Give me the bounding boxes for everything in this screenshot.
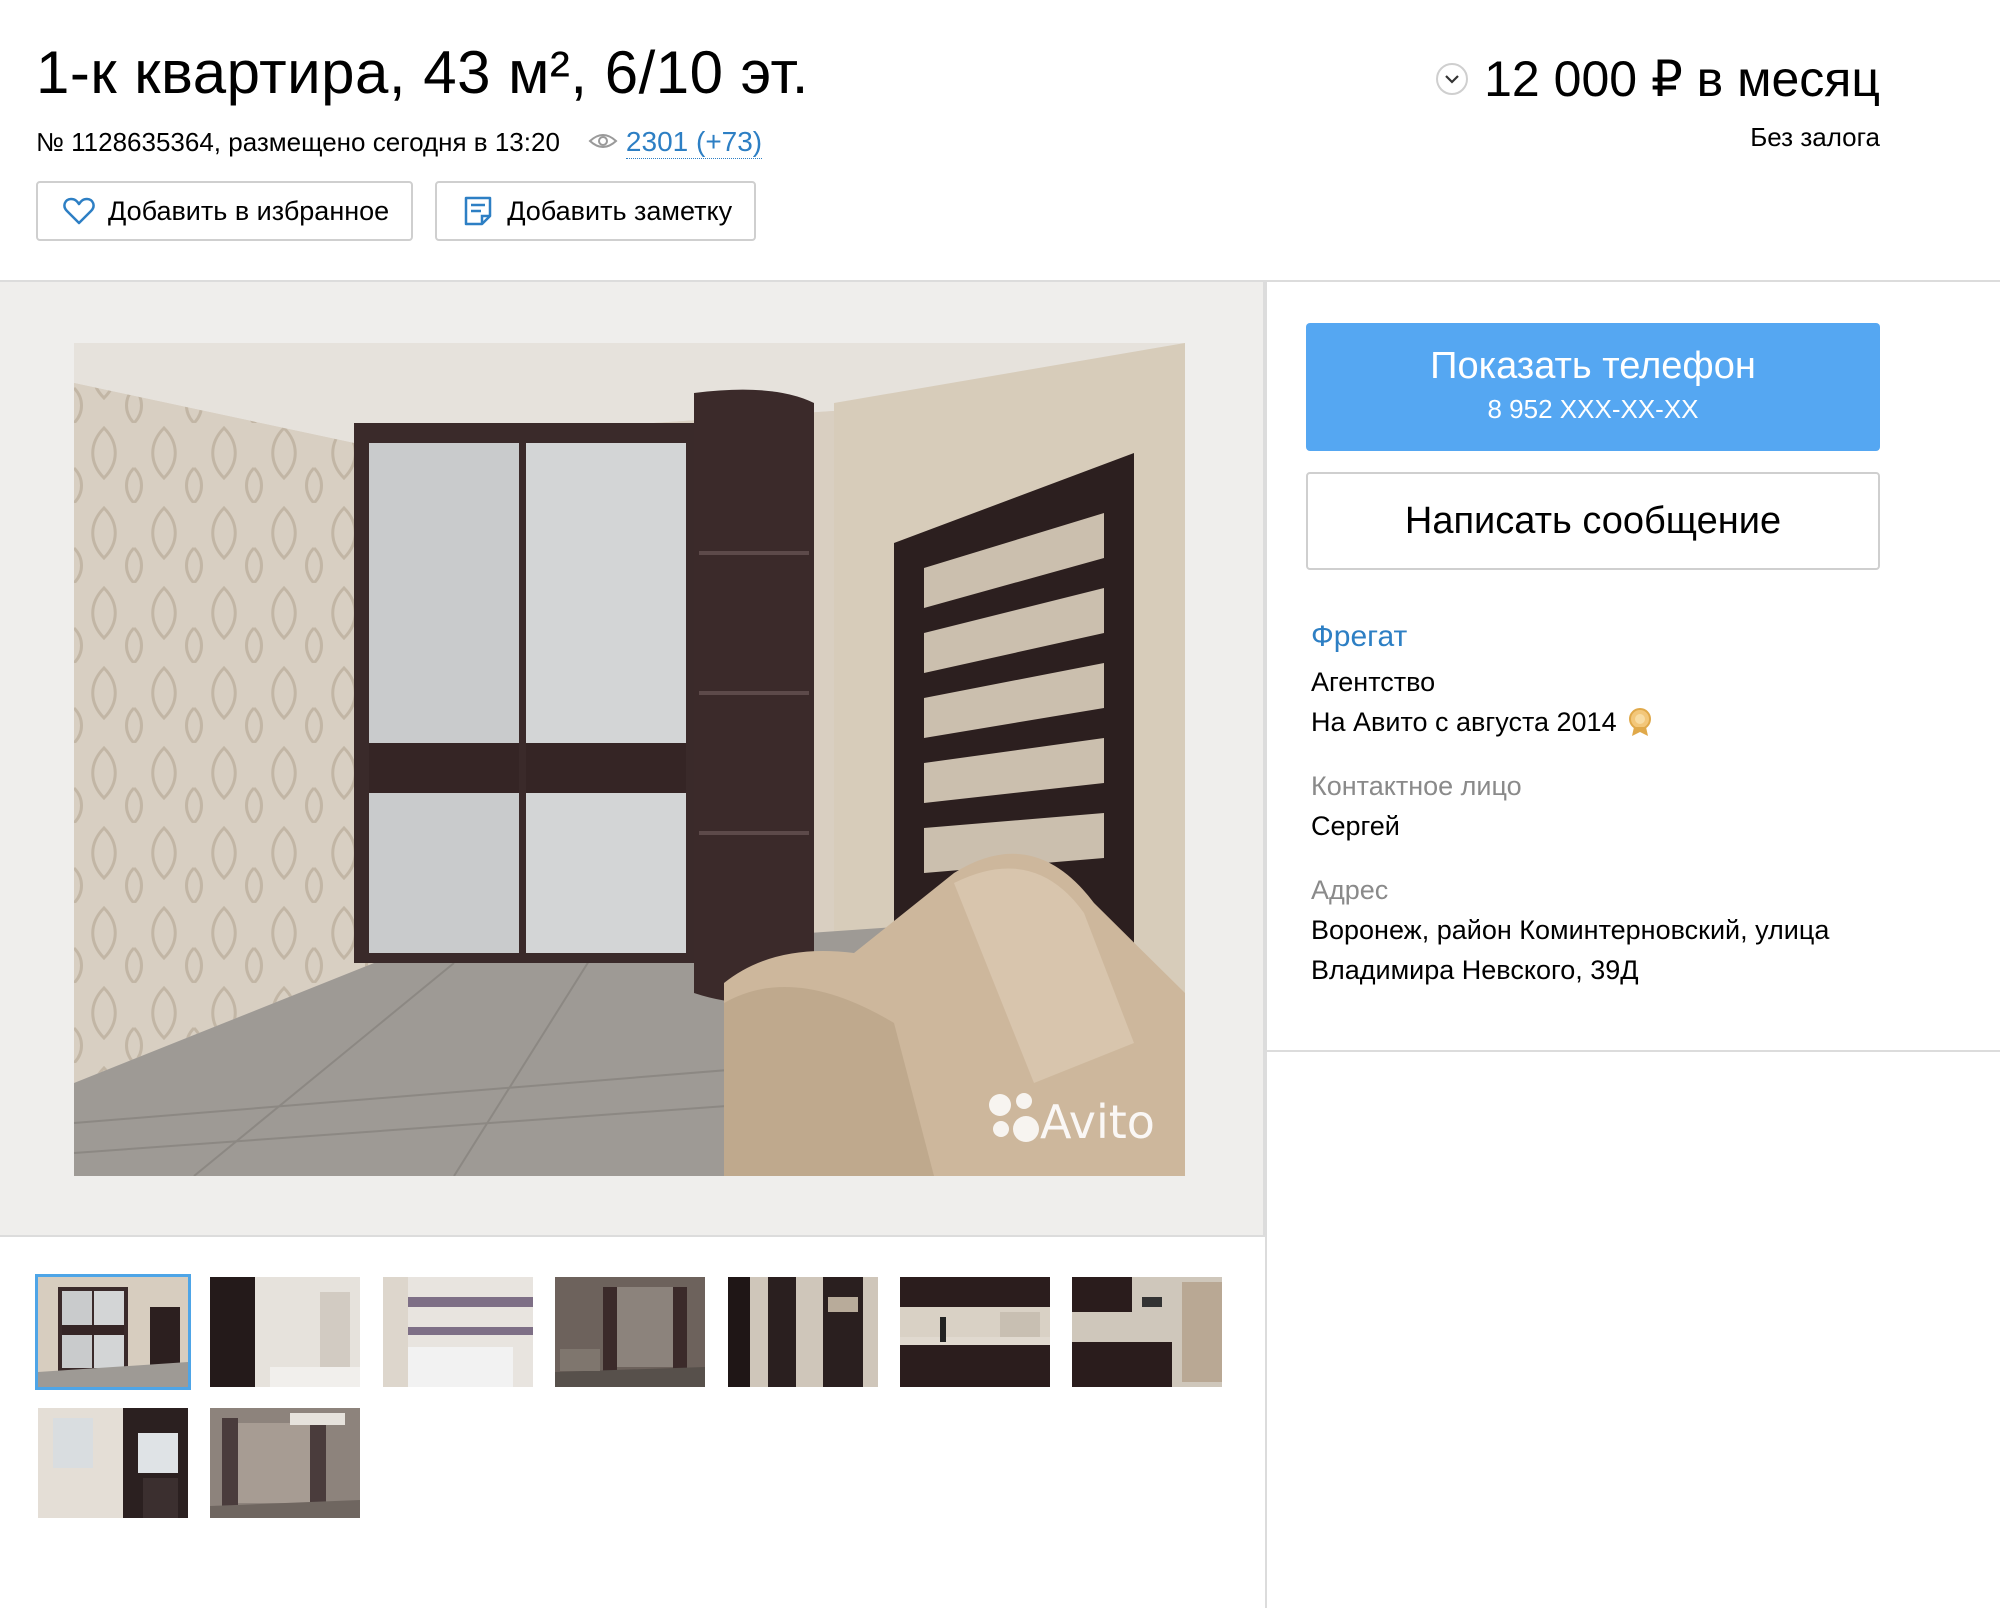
seller-info: Фрегат Агентство На Авито с августа 2014… — [1311, 620, 1911, 990]
show-phone-button[interactable]: Показать телефон 8 952 XXX-XX-XX — [1306, 323, 1880, 451]
thumbnail-8[interactable] — [38, 1408, 188, 1518]
photo-gallery: Avito — [0, 282, 1265, 1237]
main-photo[interactable]: Avito — [74, 343, 1185, 1176]
note-icon — [461, 194, 495, 228]
price: 12 000 ₽ в месяц — [1436, 50, 1880, 108]
price-block: 12 000 ₽ в месяц Без залога — [1436, 50, 1880, 153]
phone-mask: 8 952 XXX-XX-XX — [1487, 394, 1699, 424]
main-photo-area: Avito — [0, 282, 1265, 1237]
write-message-button[interactable]: Написать сообщение — [1306, 472, 1880, 570]
listing-header: 1-к квартира, 43 м², 6/10 эт. № 11286353… — [0, 0, 2000, 282]
add-note-label: Добавить заметку — [507, 195, 733, 226]
eye-icon — [588, 127, 618, 158]
thumbnail-4[interactable] — [555, 1277, 705, 1387]
avito-watermark: Avito — [1040, 1095, 1155, 1149]
add-note-button[interactable]: Добавить заметку — [435, 181, 757, 241]
room-photo-image — [74, 343, 1185, 1176]
seller-since: На Авито с августа 2014 — [1311, 702, 1911, 742]
seller-name-link[interactable]: Фрегат — [1311, 620, 1911, 654]
thumbnail-9[interactable] — [210, 1408, 360, 1518]
thumbnail-7[interactable] — [1072, 1277, 1222, 1387]
chevron-down-icon[interactable] — [1436, 63, 1469, 95]
heart-icon — [62, 194, 96, 228]
thumbnail-3[interactable] — [383, 1277, 533, 1387]
price-value: 12 000 ₽ в месяц — [1484, 51, 1880, 107]
sidebar-divider — [1265, 282, 1267, 1608]
thumbnail-5[interactable] — [728, 1277, 878, 1387]
add-to-favorites-button[interactable]: Добавить в избранное — [36, 181, 414, 241]
contact-person-label: Контактное лицо — [1311, 771, 1522, 801]
address-line-1: Воронеж, район Коминтерновский, улица — [1311, 915, 1830, 945]
thumbnail-6[interactable] — [900, 1277, 1050, 1387]
deposit-info: Без залога — [1750, 122, 1880, 152]
address-line-2: Владимира Невского, 39Д — [1311, 955, 1639, 985]
listing-actions: Добавить в избранное Добавить заметку — [36, 181, 757, 241]
contact-person-name: Сергей — [1311, 811, 1400, 841]
address-label: Адрес — [1311, 875, 1389, 905]
medal-icon — [1627, 707, 1653, 737]
listing-title: 1-к квартира, 43 м², 6/10 эт. — [36, 39, 809, 106]
add-to-favorites-label: Добавить в избранное — [108, 195, 390, 226]
sidebar-bottom-divider — [1267, 1050, 2000, 1052]
views-link[interactable]: 2301 (+73) — [625, 126, 763, 159]
seller-since-text: На Авито с августа 2014 — [1311, 707, 1617, 737]
views-counter: 2301 (+73) — [588, 126, 763, 159]
seller-type: Агентство — [1311, 667, 1436, 697]
show-phone-label: Показать телефон — [1430, 345, 1756, 387]
listing-meta: № 1128635364, размещено сегодня в 13:20 … — [36, 126, 763, 159]
thumbnail-2[interactable] — [210, 1277, 360, 1387]
thumbnail-1[interactable] — [35, 1274, 191, 1390]
listing-number-posted: № 1128635364, размещено сегодня в 13:20 — [36, 127, 560, 157]
